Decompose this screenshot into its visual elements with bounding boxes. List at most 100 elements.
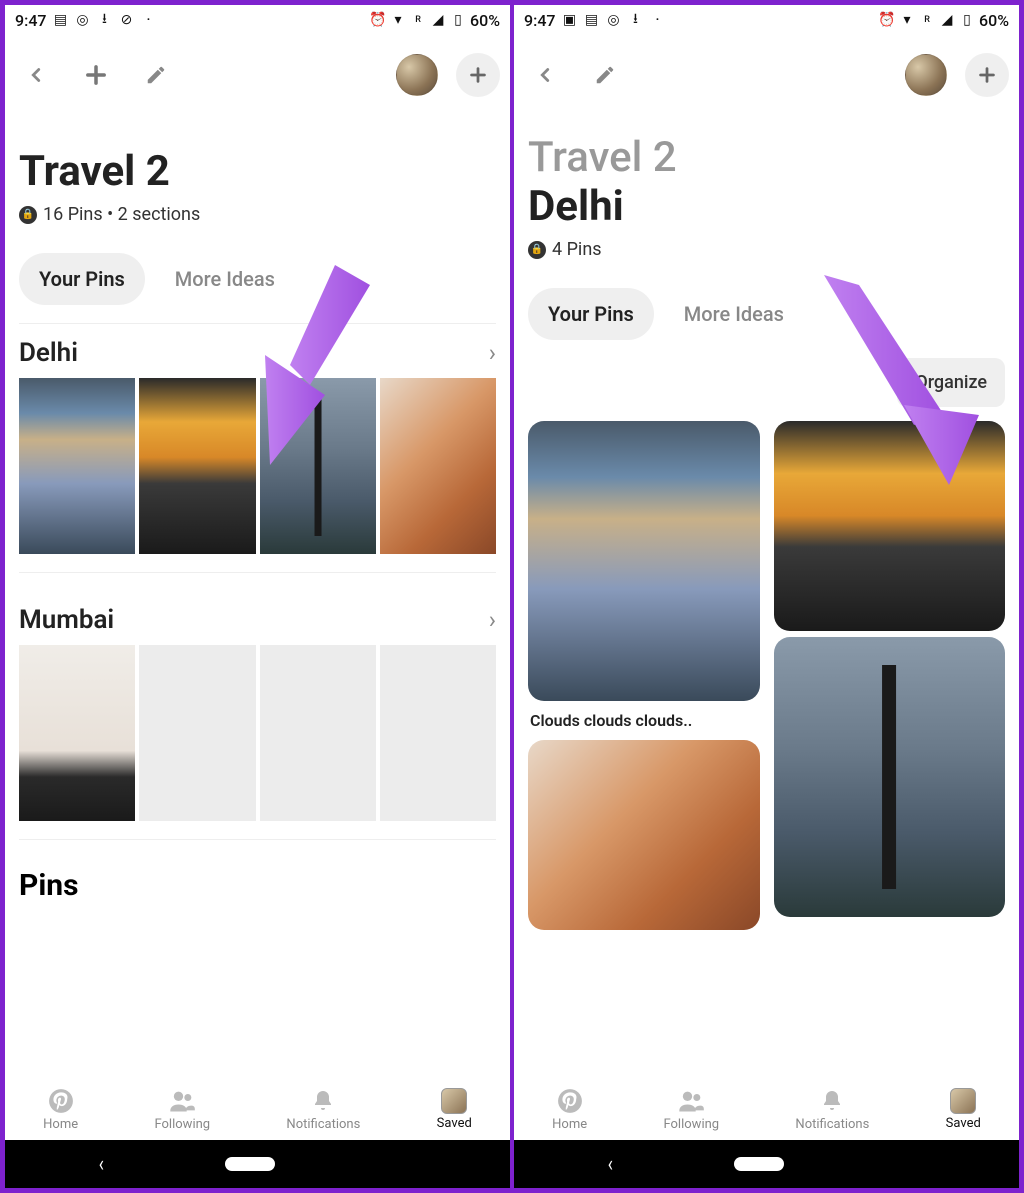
bottom-nav: Home Following Notifications Saved — [5, 1081, 510, 1140]
edit-button[interactable] — [135, 54, 177, 96]
chevron-right-icon: › — [489, 339, 496, 367]
status-time: 9:47 — [524, 11, 556, 30]
signal-icon: ◢ — [939, 12, 955, 28]
pin-image[interactable] — [528, 421, 760, 701]
back-button[interactable] — [524, 54, 566, 96]
new-collaborator-button[interactable] — [965, 53, 1009, 97]
nav-notifications[interactable]: Notifications — [286, 1087, 360, 1132]
wifi-icon: ▾ — [899, 12, 915, 28]
pin-image[interactable] — [528, 740, 760, 930]
battery-text: 60% — [470, 11, 500, 30]
nav-home[interactable]: Home — [43, 1087, 78, 1132]
pin-caption: Clouds clouds clouds.. — [528, 707, 760, 734]
avatar[interactable] — [396, 54, 438, 96]
roaming-label: R — [919, 12, 935, 28]
lock-icon: 🔒 — [528, 241, 546, 259]
image-icon: ▣ — [562, 12, 578, 28]
back-button[interactable] — [15, 54, 57, 96]
block-icon: ⊘ — [119, 12, 135, 28]
nav-saved-label: Saved — [437, 1116, 472, 1131]
section-mumbai-title: Mumbai — [19, 605, 114, 635]
system-home-pill[interactable] — [734, 1157, 784, 1171]
section-mumbai[interactable]: Mumbai › — [19, 591, 496, 645]
battery-icon: ▯ — [959, 12, 975, 28]
status-time: 9:47 — [15, 11, 47, 30]
pin-column — [774, 421, 1006, 930]
doc-icon: ▤ — [584, 12, 600, 28]
people-icon — [168, 1087, 196, 1115]
chevron-right-icon: › — [489, 606, 496, 634]
status-right: ⏰ ▾ R ◢ ▯ 60% — [879, 11, 1009, 30]
mumbai-thumbs[interactable] — [19, 645, 496, 840]
screenshot-left: 9:47 ▤ ◎ ⭳ ⊘ · ⏰ ▾ R ◢ ▯ 60% — [4, 4, 511, 1189]
pinterest-icon — [556, 1087, 584, 1115]
status-bar: 9:47 ▤ ◎ ⭳ ⊘ · ⏰ ▾ R ◢ ▯ 60% — [5, 5, 510, 35]
tab-your-pins[interactable]: Your Pins — [19, 253, 145, 305]
screenshot-right: 9:47 ▣ ▤ ◎ ⭳ · ⏰ ▾ R ◢ ▯ 60% Travel 2 — [513, 4, 1020, 1189]
battery-icon: ▯ — [450, 12, 466, 28]
nav-notifications-label: Notifications — [286, 1117, 360, 1132]
thumb-placeholder[interactable] — [380, 645, 496, 821]
bell-icon — [818, 1087, 846, 1115]
dot-icon: · — [650, 12, 666, 28]
signal-icon: ◢ — [430, 12, 446, 28]
edit-button[interactable] — [584, 54, 626, 96]
pins-grid: Clouds clouds clouds.. — [528, 421, 1005, 930]
system-back-icon[interactable]: ‹ — [99, 1152, 104, 1177]
tab-your-pins[interactable]: Your Pins — [528, 288, 654, 340]
nav-avatar-icon — [950, 1088, 976, 1114]
toolbar — [514, 35, 1019, 115]
wifi-icon: ▾ — [390, 12, 406, 28]
roaming-label: R — [410, 12, 426, 28]
bottom-nav: Home Following Notifications Saved — [514, 1081, 1019, 1140]
annotation-arrow — [814, 275, 994, 495]
section-delhi-title: Delhi — [19, 338, 78, 368]
pins-heading: Pins — [19, 868, 496, 903]
system-home-pill[interactable] — [225, 1157, 275, 1171]
pin-card[interactable]: Clouds clouds clouds.. — [528, 421, 760, 930]
instagram-icon: ◎ — [75, 12, 91, 28]
status-left: 9:47 ▤ ◎ ⭳ ⊘ · — [15, 11, 157, 30]
system-nav: ‹ — [5, 1140, 510, 1188]
content-area: Travel 2 Delhi 🔒 4 Pins Your Pins More I… — [514, 115, 1019, 1081]
nav-home-label: Home — [552, 1117, 587, 1132]
nav-saved[interactable]: Saved — [437, 1088, 472, 1131]
download-icon: ⭳ — [97, 12, 113, 28]
nav-following-label: Following — [663, 1117, 719, 1132]
thumb-dress[interactable] — [19, 645, 135, 821]
board-meta-text: 16 Pins • 2 sections — [43, 204, 200, 225]
nav-home-label: Home — [43, 1117, 78, 1132]
add-button[interactable] — [75, 54, 117, 96]
nav-avatar-icon — [441, 1088, 467, 1114]
thumb-placeholder[interactable] — [260, 645, 376, 821]
alarm-icon: ⏰ — [879, 12, 895, 28]
nav-following[interactable]: Following — [663, 1087, 719, 1132]
pinterest-icon — [47, 1087, 75, 1115]
thumb-woman[interactable] — [380, 378, 496, 554]
avatar[interactable] — [905, 54, 947, 96]
system-back-icon[interactable]: ‹ — [608, 1152, 613, 1177]
nav-saved[interactable]: Saved — [946, 1088, 981, 1131]
alarm-icon: ⏰ — [370, 12, 386, 28]
parent-board-title[interactable]: Travel 2 — [528, 133, 1005, 182]
new-collaborator-button[interactable] — [456, 53, 500, 97]
section-title: Delhi — [528, 182, 1005, 231]
section-meta: 🔒 4 Pins — [528, 239, 1005, 260]
dot-icon: · — [141, 12, 157, 28]
content-area: Travel 2 🔒 16 Pins • 2 sections Your Pin… — [5, 115, 510, 1081]
instagram-icon: ◎ — [606, 12, 622, 28]
tab-more-ideas[interactable]: More Ideas — [664, 288, 804, 340]
status-bar: 9:47 ▣ ▤ ◎ ⭳ · ⏰ ▾ R ◢ ▯ 60% — [514, 5, 1019, 35]
nav-home[interactable]: Home — [552, 1087, 587, 1132]
toolbar — [5, 35, 510, 115]
nav-notifications-label: Notifications — [795, 1117, 869, 1132]
nav-following[interactable]: Following — [154, 1087, 210, 1132]
pin-image[interactable] — [774, 637, 1006, 917]
battery-text: 60% — [979, 11, 1009, 30]
thumb-sky[interactable] — [19, 378, 135, 554]
people-icon — [677, 1087, 705, 1115]
nav-saved-label: Saved — [946, 1116, 981, 1131]
nav-notifications[interactable]: Notifications — [795, 1087, 869, 1132]
section-meta-text: 4 Pins — [552, 239, 602, 260]
thumb-placeholder[interactable] — [139, 645, 255, 821]
